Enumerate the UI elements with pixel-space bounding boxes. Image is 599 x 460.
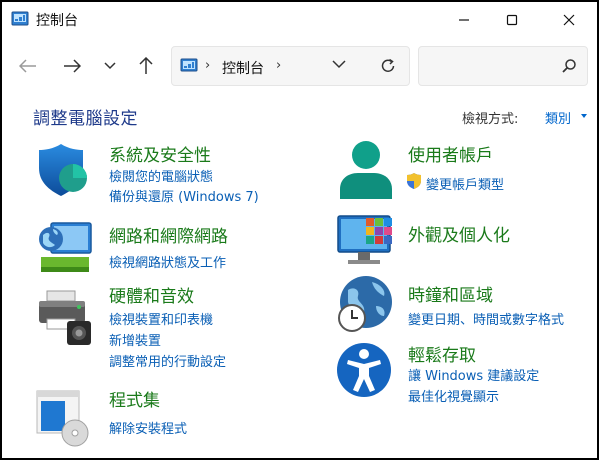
category-title-clock-region[interactable]: 時鐘和區域 <box>408 281 493 306</box>
shield-icon[interactable] <box>35 140 95 200</box>
forward-button[interactable] <box>60 54 84 78</box>
printer-icon[interactable] <box>35 287 95 347</box>
navigation-bar: › 控制台 › <box>2 38 597 94</box>
maximize-icon <box>506 14 518 26</box>
page-title: 調整電腦設定 <box>33 109 138 129</box>
view-by-label: 檢視方式: <box>462 112 519 127</box>
title-bar[interactable]: 控制台 <box>2 2 597 38</box>
personalization-monitor-icon[interactable] <box>336 212 396 272</box>
view-by-dropdown[interactable]: 類別 <box>545 108 571 127</box>
category-title-ease-of-access[interactable]: 輕鬆存取 <box>408 341 476 366</box>
address-bar[interactable]: › 控制台 › <box>171 46 410 86</box>
control-panel-icon <box>180 58 198 72</box>
arrow-up-icon <box>139 57 153 74</box>
programs-disc-icon[interactable] <box>35 387 95 447</box>
up-button[interactable] <box>134 54 158 78</box>
breadcrumb-separator-icon[interactable]: › <box>205 58 210 73</box>
chevron-down-icon[interactable] <box>332 59 346 69</box>
arrow-left-icon <box>19 59 36 73</box>
arrow-right-icon <box>64 59 81 73</box>
category-title-user-accounts[interactable]: 使用者帳戶 <box>408 141 493 166</box>
dropdown-arrow-icon[interactable] <box>581 114 587 118</box>
network-globe-icon[interactable] <box>35 217 95 277</box>
control-panel-icon <box>11 11 29 26</box>
breadcrumb-control-panel[interactable]: 控制台 <box>222 58 264 78</box>
close-button[interactable] <box>547 6 591 34</box>
uac-shield-icon <box>407 173 421 189</box>
back-button[interactable] <box>16 54 40 78</box>
category-title-hardware-sound[interactable]: 硬體和音效 <box>109 282 194 307</box>
link-let-windows-suggest[interactable]: 讓 Windows 建議設定 <box>408 365 539 384</box>
window-title: 控制台 <box>36 13 78 29</box>
breadcrumb-separator-icon[interactable]: › <box>276 58 281 73</box>
category-title-system-security[interactable]: 系統及安全性 <box>109 141 211 166</box>
link-uninstall-program[interactable]: 解除安裝程式 <box>109 418 187 437</box>
link-backup-restore[interactable]: 備份與還原 (Windows 7) <box>109 186 259 205</box>
ease-of-access-icon[interactable] <box>336 340 396 400</box>
link-review-computer-status[interactable]: 檢閱您的電腦狀態 <box>109 166 213 185</box>
minimize-button[interactable] <box>442 6 486 34</box>
link-add-device[interactable]: 新增裝置 <box>109 330 161 349</box>
category-title-network-internet[interactable]: 網路和網際網路 <box>109 222 228 247</box>
category-title-appearance-personalization[interactable]: 外觀及個人化 <box>408 221 510 246</box>
maximize-button[interactable] <box>490 6 534 34</box>
link-mobility-settings[interactable]: 調整常用的行動設定 <box>109 351 226 370</box>
chevron-down-icon <box>104 62 116 70</box>
user-account-icon[interactable] <box>336 139 396 199</box>
link-change-account-type[interactable]: 變更帳戶類型 <box>426 174 504 193</box>
link-change-date-time-format[interactable]: 變更日期、時間或數字格式 <box>408 309 564 328</box>
refresh-icon[interactable] <box>380 58 396 74</box>
link-view-devices-printers[interactable]: 檢視裝置和印表機 <box>109 309 213 328</box>
recent-locations-button[interactable] <box>98 54 122 78</box>
link-optimize-visual-display[interactable]: 最佳化視覺顯示 <box>408 386 499 405</box>
search-box[interactable] <box>418 46 588 86</box>
category-title-programs[interactable]: 程式集 <box>109 386 160 411</box>
control-panel-window: 控制台 › 控制台 › 調整電腦設定 檢視方式: 類別 系統及安全性 檢閱您的電… <box>0 0 599 460</box>
minimize-icon <box>459 19 469 21</box>
link-view-network-status[interactable]: 檢視網路狀態及工作 <box>109 252 226 271</box>
close-icon <box>563 14 575 26</box>
clock-globe-icon[interactable] <box>336 274 396 334</box>
search-icon <box>562 59 576 73</box>
